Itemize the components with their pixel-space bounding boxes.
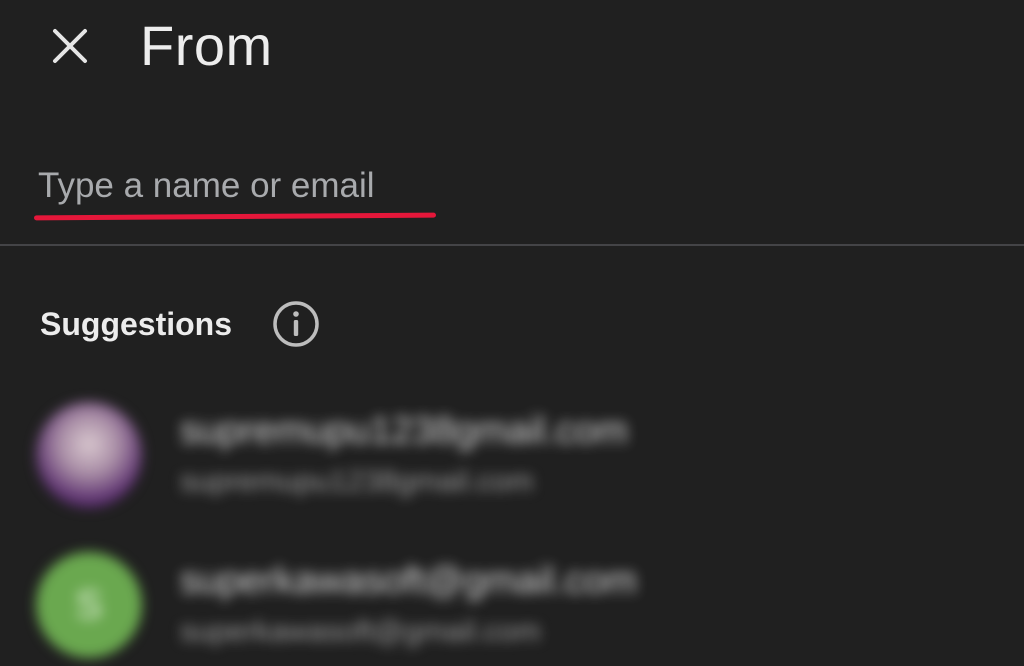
suggestion-email: supremupu1238gmail.com: [180, 465, 534, 498]
avatar: [36, 402, 142, 508]
from-picker-screen: From Suggestions supremupu1238gmail.com …: [0, 0, 1024, 666]
suggestion-name: superkawasoft@gmail.com: [180, 560, 637, 602]
suggestion-item[interactable]: S superkawasoft@gmail.com superkawasoft@…: [0, 538, 1024, 666]
avatar-letter: S: [75, 582, 103, 627]
suggestion-name: supremupu1238gmail.com: [180, 410, 628, 452]
close-button[interactable]: [48, 24, 92, 68]
avatar: S: [36, 552, 142, 658]
suggestions-heading: Suggestions: [40, 306, 233, 342]
suggestion-item[interactable]: supremupu1238gmail.com supremupu1238gmai…: [0, 388, 1024, 528]
input-focus-underline: [33, 212, 437, 221]
recipient-search-input[interactable]: [38, 160, 438, 212]
suggestions-info-button[interactable]: [270, 298, 322, 350]
header-divider: [0, 244, 1024, 246]
info-icon: [273, 301, 319, 347]
close-icon: [53, 29, 87, 63]
page-title: From: [140, 14, 273, 77]
suggestion-email: superkawasoft@gmail.com: [180, 615, 541, 648]
